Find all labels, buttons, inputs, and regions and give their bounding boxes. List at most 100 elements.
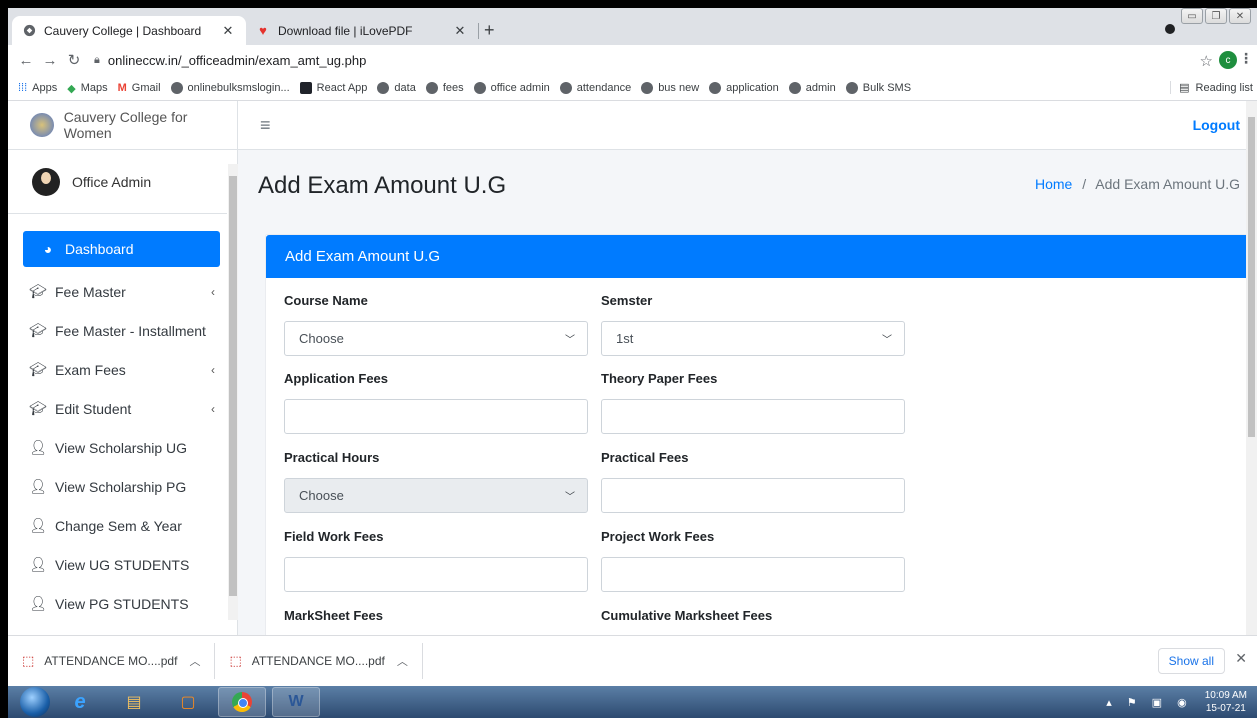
tab-dashboard[interactable]: Cauvery College | Dashboard ✕ [12, 16, 246, 45]
file-explorer-icon[interactable]: ▤ [110, 687, 158, 717]
field-work-fees-label: Field Work Fees [284, 529, 384, 544]
chevron-up-icon[interactable]: ︿ [189, 653, 200, 669]
sidebar-item-edit-student[interactable]: 🎓︎ Edit Student ‹ [23, 389, 220, 428]
bookmark-office-admin[interactable]: office admin [473, 81, 550, 94]
minimize-button[interactable]: ▭ [1181, 8, 1203, 24]
close-tab-icon[interactable]: ✕ [452, 23, 468, 39]
bookmark-bus-new[interactable]: bus new [641, 81, 699, 94]
react-icon [299, 81, 312, 94]
extension-icon[interactable] [1165, 24, 1175, 34]
heart-icon: ♥ [259, 23, 267, 38]
user-plus-icon: 👤︎ [29, 595, 47, 611]
word-icon[interactable]: W [272, 687, 320, 717]
sidebar-item-fee-master-installment[interactable]: 🎓︎ Fee Master - Installment [23, 311, 220, 350]
start-button[interactable] [20, 687, 50, 717]
theory-paper-fees-field: Theory Paper Fees [601, 371, 905, 434]
brand-text: Cauvery College for Women [63, 109, 188, 141]
brand-link[interactable]: Cauvery College for Women [8, 101, 237, 150]
bookmark-gmail[interactable]: M Gmail [118, 82, 161, 94]
bookmark-fees[interactable]: fees [425, 81, 464, 94]
user-plus-icon: 👤︎ [29, 439, 47, 455]
user-panel[interactable]: Office Admin [8, 150, 227, 214]
tab-ilovepdf[interactable]: ♥ Download file | iLovePDF ✕ [246, 16, 478, 45]
web-app: Cauvery College for Women Office Admin ◕… [8, 101, 1257, 635]
reading-list-icon: ▤ [1179, 82, 1190, 94]
application-fees-input[interactable] [284, 399, 588, 434]
media-player-icon[interactable]: ▢ [164, 687, 212, 717]
tray-icons[interactable]: ▴ ⚑ ▣ ◉ [1106, 696, 1193, 709]
bookmarks-bar: ⁞⁞⁞ Apps ◆ Maps M Gmail onlinebulksmslogin.… [8, 75, 1257, 101]
theory-paper-fees-label: Theory Paper Fees [601, 371, 718, 386]
profile-avatar[interactable]: c [1219, 51, 1237, 69]
page-scroll-thumb[interactable] [1248, 117, 1255, 437]
card-header: Add Exam Amount U.G [266, 235, 1249, 278]
bookmark-onlinebulksms[interactable]: onlinebulksmslogin... [170, 81, 290, 94]
back-arrow-icon[interactable]: ← [14, 52, 38, 69]
forward-arrow-icon[interactable]: → [38, 52, 62, 69]
sidebar-item-exam-fees[interactable]: 🎓︎ Exam Fees ‹ [23, 350, 220, 389]
course-name-select[interactable]: Choose ﹀ [284, 321, 588, 356]
download-item[interactable]: ⬚ ATTENDANCE MO....pdf ︿ [8, 643, 216, 679]
chevron-up-icon[interactable]: ︿ [397, 653, 408, 669]
sidebar-scroll-thumb[interactable] [229, 176, 237, 596]
graduation-cap-icon: 🎓︎ [29, 400, 47, 416]
practical-fees-input[interactable] [601, 478, 905, 513]
semester-select[interactable]: 1st ﹀ [601, 321, 905, 356]
close-icon[interactable]: ✕ [1235, 650, 1247, 667]
sidebar-item-view-ug-students[interactable]: 👤︎ View UG STUDENTS [23, 545, 220, 584]
logout-link[interactable]: Logout [1193, 117, 1240, 133]
new-tab-button[interactable]: + [484, 20, 495, 41]
url-text: onlineccw.in/_officeadmin/exam_amt_ug.ph… [107, 52, 367, 68]
sidebar-scrollbar[interactable] [228, 164, 238, 620]
address-bar[interactable]: 🔒︎ onlineccw.in/_officeadmin/exam_amt_ug… [94, 48, 1234, 72]
clock-date: 15-07-21 [1205, 703, 1246, 714]
bookmark-data[interactable]: data [377, 81, 416, 94]
globe-icon [788, 81, 801, 94]
menu-kebab-icon[interactable]: ⋮ [1239, 50, 1253, 67]
sidebar-item-view-scholarship-pg[interactable]: 👤︎ View Scholarship PG [23, 467, 220, 506]
chrome-logo [232, 692, 252, 712]
bookmark-react-app[interactable]: React App [299, 81, 367, 94]
chevron-left-icon: ‹ [211, 362, 215, 377]
internet-explorer-icon[interactable]: e [56, 687, 104, 717]
reading-list-button[interactable]: ▤ Reading list [1170, 81, 1253, 94]
sidebar-item-dashboard[interactable]: ◕ Dashboard [23, 231, 220, 267]
field-work-fees-input[interactable] [284, 557, 588, 592]
page-scrollbar[interactable] [1246, 101, 1257, 635]
bookmark-apps[interactable]: ⁞⁞⁞ Apps [18, 82, 57, 94]
semester-field: Semster 1st ﹀ [601, 293, 905, 356]
chevron-down-icon: ﹀ [565, 492, 575, 503]
close-tab-icon[interactable]: ✕ [220, 23, 236, 39]
sidebar: Cauvery College for Women Office Admin ◕… [8, 101, 238, 635]
reload-icon[interactable]: ↻ [62, 51, 86, 69]
globe-icon [559, 81, 572, 94]
bookmark-attendance[interactable]: attendance [559, 81, 631, 94]
application-fees-label: Application Fees [284, 371, 389, 386]
tab-title: Download file | iLovePDF [278, 23, 413, 38]
sidebar-item-fee-master[interactable]: 🎓︎ Fee Master ‹ [23, 272, 220, 311]
hamburger-menu-icon[interactable]: ≡ [260, 115, 271, 136]
bookmark-admin[interactable]: admin [788, 81, 836, 94]
project-work-fees-input[interactable] [601, 557, 905, 592]
sidebar-item-view-scholarship-ug[interactable]: 👤︎ View Scholarship UG [23, 428, 220, 467]
bookmark-maps[interactable]: ◆ Maps [67, 82, 107, 95]
apps-grid-icon: ⁞⁞⁞ [18, 81, 28, 94]
download-item[interactable]: ⬚ ATTENDANCE MO....pdf ︿ [215, 643, 423, 679]
user-plus-icon: 👤︎ [29, 517, 47, 533]
field-work-fees-field: Field Work Fees [284, 529, 588, 592]
chrome-icon[interactable] [218, 687, 266, 717]
maximize-button[interactable]: ❐ [1205, 8, 1227, 24]
clock[interactable]: 10:09 AM 15-07-21 [1205, 689, 1247, 715]
practical-hours-select[interactable]: Choose ﹀ [284, 478, 588, 513]
bookmark-application[interactable]: application [709, 81, 779, 94]
semester-label: Semster [601, 293, 653, 308]
maps-pin-icon: ◆ [67, 82, 76, 95]
breadcrumb-home-link[interactable]: Home [1035, 176, 1072, 192]
sidebar-item-view-pg-students[interactable]: 👤︎ View PG STUDENTS [23, 584, 220, 623]
bookmark-star-icon[interactable]: ☆ [1200, 52, 1213, 70]
close-window-button[interactable]: ✕ [1229, 8, 1251, 24]
sidebar-item-change-sem-year[interactable]: 👤︎ Change Sem & Year [23, 506, 220, 545]
theory-paper-fees-input[interactable] [601, 399, 905, 434]
show-all-button[interactable]: Show all [1157, 648, 1225, 674]
bookmark-bulk-sms[interactable]: Bulk SMS [845, 81, 911, 94]
